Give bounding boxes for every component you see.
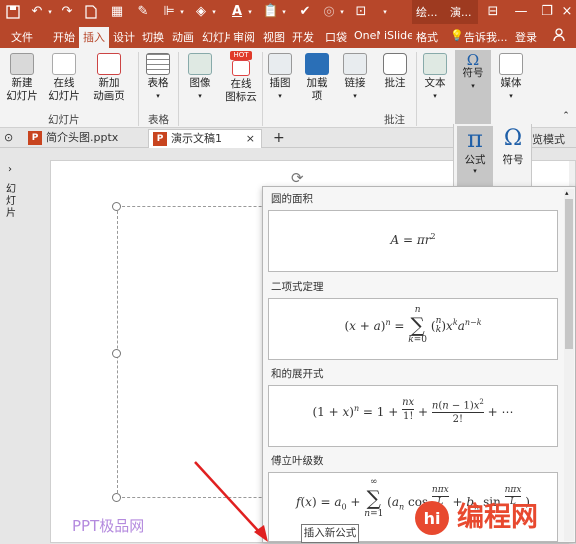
watermark-text: PPT极品网	[72, 517, 145, 535]
insert-new-equation-tooltip: 插入新公式	[301, 524, 359, 543]
logo-text: 编程网	[457, 502, 538, 533]
svg-text:hi: hi	[424, 509, 441, 528]
logo-badge-icon: hi	[415, 501, 449, 535]
watermark-logo: hi 编程网	[413, 499, 565, 537]
annotation-arrow	[194, 461, 268, 542]
